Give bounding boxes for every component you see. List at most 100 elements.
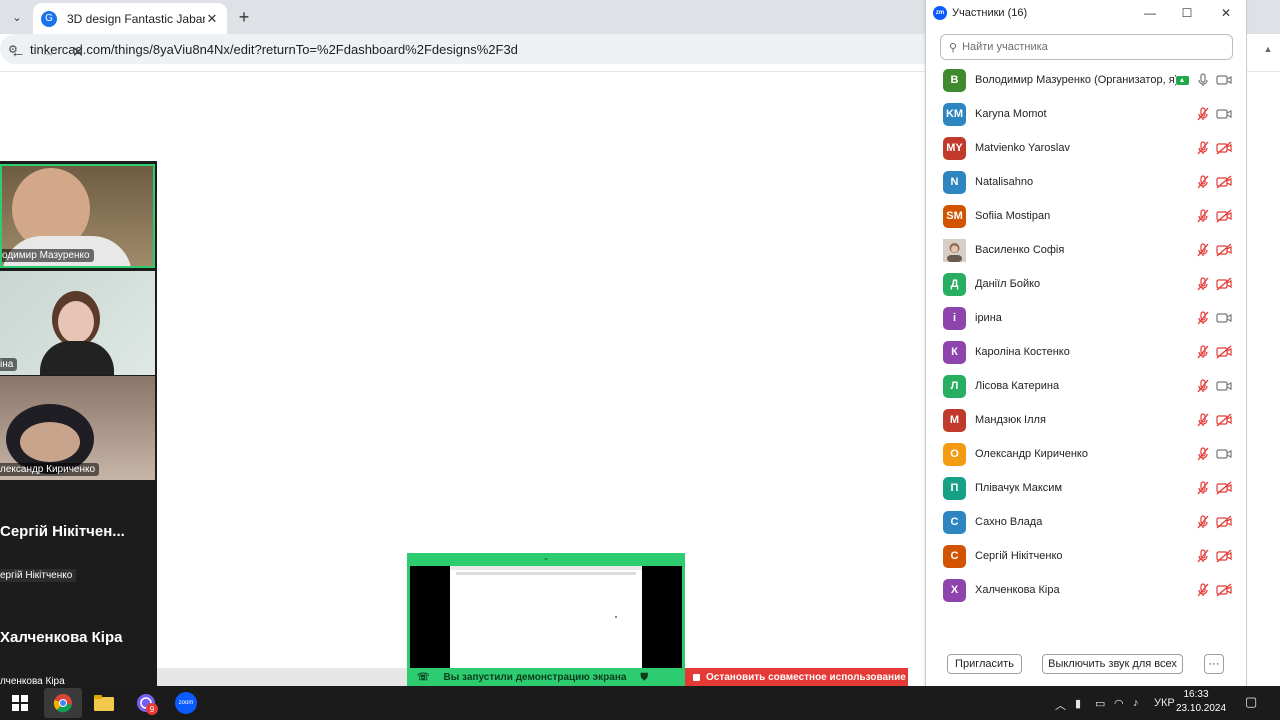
participant-name: Мандзюк Ілля: [975, 414, 1046, 426]
participant-row[interactable]: К Кароліна Костенко: [943, 340, 1235, 364]
camera-icon[interactable]: [1215, 446, 1233, 462]
microphone-muted-icon[interactable]: [1195, 174, 1211, 190]
avatar: П: [943, 476, 966, 500]
zoom-app-icon[interactable]: zoom: [171, 688, 201, 718]
tab-list-chevron-icon[interactable]: ⌄: [6, 6, 28, 28]
camera-off-icon[interactable]: [1215, 140, 1233, 156]
participant-row[interactable]: і ірина: [943, 306, 1235, 330]
participant-row[interactable]: С Сахно Влада: [943, 510, 1235, 534]
close-icon[interactable]: ✕: [1218, 5, 1234, 21]
microphone-muted-icon[interactable]: [1195, 208, 1211, 224]
participant-name: Даніїл Бойко: [975, 278, 1041, 290]
stop-share-button[interactable]: Остановить совместное использование: [685, 668, 908, 686]
clock[interactable]: 16:33 23.10.2024: [1176, 688, 1226, 716]
camera-off-icon[interactable]: [1215, 412, 1233, 428]
chrome-taskbar-icon[interactable]: [44, 688, 82, 718]
camera-off-icon[interactable]: [1215, 548, 1233, 564]
microphone-muted-icon[interactable]: [1195, 106, 1211, 122]
camera-off-icon[interactable]: [1215, 276, 1233, 292]
wifi-icon[interactable]: ◠: [1114, 697, 1124, 710]
participant-name: ірина: [975, 312, 1002, 324]
tile-name: одимир Мазуренко: [2, 249, 94, 262]
microphone-muted-icon[interactable]: [1195, 480, 1211, 496]
screen-share-icon: [1176, 75, 1189, 85]
microphone-muted-icon[interactable]: [1195, 276, 1211, 292]
camera-off-icon[interactable]: [1215, 242, 1233, 258]
participant-row[interactable]: М Мандзюк Ілля: [943, 408, 1235, 432]
stop-square-icon: [693, 673, 700, 681]
microphone-muted-icon[interactable]: [1195, 412, 1211, 428]
minimize-icon[interactable]: —: [1142, 5, 1158, 21]
mute-all-button[interactable]: Выключить звук для всех: [1042, 654, 1183, 674]
file-explorer-icon[interactable]: [89, 688, 119, 718]
microphone-muted-icon[interactable]: [1195, 140, 1211, 156]
camera-off-icon[interactable]: [1215, 480, 1233, 496]
camera-off-icon[interactable]: [1215, 582, 1233, 598]
volume-icon[interactable]: ♪: [1133, 697, 1139, 709]
tray-chevron-icon[interactable]: ︿: [1055, 697, 1066, 713]
participant-name: Олександр Кириченко: [975, 448, 1088, 460]
viber-icon[interactable]: 9: [131, 688, 161, 718]
camera-icon[interactable]: [1215, 72, 1233, 88]
new-tab-button[interactable]: +: [234, 7, 254, 27]
microphone-muted-icon[interactable]: [1195, 514, 1211, 530]
avatar: О: [943, 442, 966, 466]
language-indicator[interactable]: УКР: [1154, 697, 1175, 709]
camera-off-icon[interactable]: [1215, 514, 1233, 530]
scroll-up-arrow-icon[interactable]: ▲: [1259, 44, 1277, 62]
participant-row[interactable]: N Natalisahno: [943, 170, 1235, 194]
maximize-icon[interactable]: ☐: [1179, 5, 1195, 21]
microphone-muted-icon[interactable]: [1195, 548, 1211, 564]
microphone-muted-icon[interactable]: [1195, 582, 1211, 598]
microphone-icon[interactable]: [1195, 72, 1211, 88]
participant-row[interactable]: KM Karyna Momot: [943, 102, 1235, 126]
microphone-muted-icon[interactable]: [1195, 344, 1211, 360]
participant-row[interactable]: MY Matvienko Yaroslav: [943, 136, 1235, 160]
horizontal-scrollbar[interactable]: [157, 668, 407, 686]
microphone-muted-icon[interactable]: [1195, 242, 1211, 258]
back-arrow-icon[interactable]: ←: [8, 43, 28, 63]
more-options-button[interactable]: ···: [1204, 654, 1224, 674]
participant-row[interactable]: С Сергій Нікітченко: [943, 544, 1235, 568]
camera-off-icon[interactable]: [1215, 344, 1233, 360]
panel-title-bar: zm Участники (16): [933, 5, 1027, 21]
browser-tab[interactable]: G 3D design Fantastic Jaban-Jaag ✕: [33, 3, 227, 34]
stop-share-label: Остановить совместное использование: [706, 671, 906, 683]
participant-row[interactable]: В Володимир Мазуренко (Организатор, я): [943, 68, 1235, 92]
participant-row[interactable]: SM Sofiia Mostipan: [943, 204, 1235, 228]
stop-loading-icon[interactable]: ✕: [68, 43, 88, 63]
video-tile-host[interactable]: одимир Мазуренко: [0, 164, 155, 268]
camera-off-icon[interactable]: [1215, 208, 1233, 224]
tab-close-icon[interactable]: ✕: [205, 11, 219, 27]
microphone-muted-icon[interactable]: [1195, 310, 1211, 326]
participant-row[interactable]: Василенко Софія: [943, 238, 1235, 262]
usb-icon[interactable]: ▮: [1075, 697, 1081, 710]
phone-icon: ☏: [417, 671, 430, 683]
notifications-icon[interactable]: ▢: [1245, 694, 1257, 710]
invite-button[interactable]: Пригласить: [947, 654, 1022, 674]
camera-icon[interactable]: [1215, 310, 1233, 326]
avatar: К: [943, 340, 966, 364]
share-status-text: Вы запустили демонстрацию экрана: [443, 671, 627, 683]
video-tile[interactable]: лександр Кириченко: [0, 376, 155, 480]
participant-row[interactable]: Х Халченкова Кіра: [943, 578, 1235, 602]
participant-row[interactable]: П Плівачук Максим: [943, 476, 1235, 500]
forward-arrow-icon[interactable]: →: [38, 43, 58, 63]
share-status-bar: ☏ Вы запустили демонстрацию экрана ⛊: [407, 668, 685, 686]
participant-row[interactable]: Д Даніїл Бойко: [943, 272, 1235, 296]
camera-icon[interactable]: [1215, 106, 1233, 122]
battery-icon[interactable]: ▭: [1095, 697, 1105, 710]
participant-search[interactable]: ⚲: [940, 34, 1233, 60]
camera-off-icon[interactable]: [1215, 174, 1233, 190]
search-input[interactable]: [962, 41, 1213, 53]
participant-row[interactable]: О Олександр Кириченко: [943, 442, 1235, 466]
microphone-muted-icon[interactable]: [1195, 378, 1211, 394]
participant-row[interactable]: Л Лісова Катерина: [943, 374, 1235, 398]
tile-big-name: Сергій Нікітчен...: [0, 523, 125, 540]
participant-name: Кароліна Костенко: [975, 346, 1070, 358]
microphone-muted-icon[interactable]: [1195, 446, 1211, 462]
video-tile[interactable]: іна: [0, 271, 155, 375]
collapse-chevron-icon[interactable]: ⌄: [540, 553, 552, 562]
windows-start-icon[interactable]: [5, 688, 35, 718]
camera-icon[interactable]: [1215, 378, 1233, 394]
